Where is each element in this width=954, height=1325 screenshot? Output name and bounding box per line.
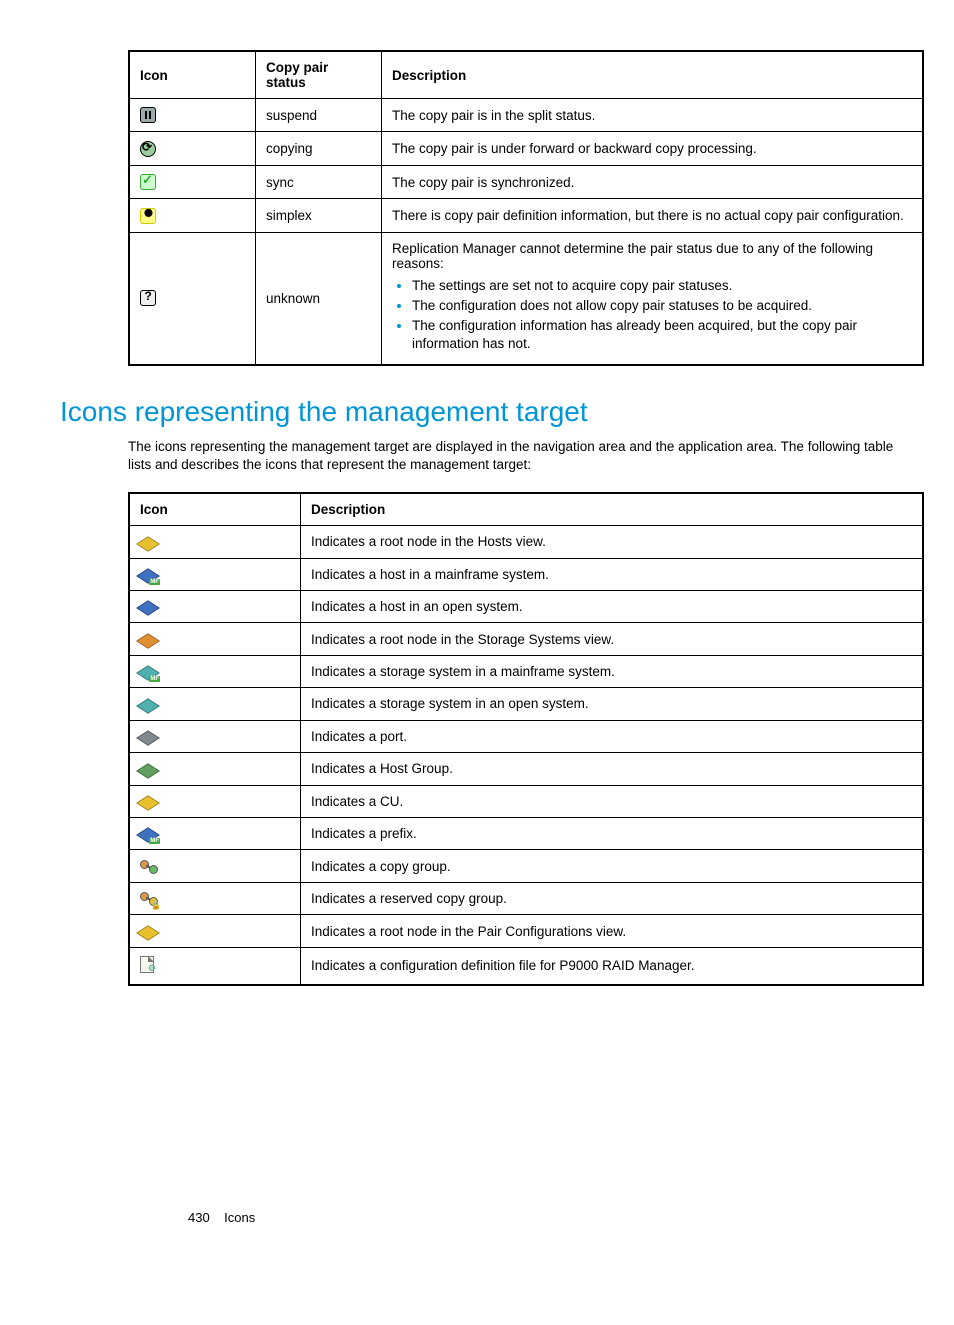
host-mainframe-icon bbox=[140, 568, 156, 582]
table-row: Indicates a storage system in a mainfram… bbox=[129, 655, 923, 687]
list-item: The configuration information has alread… bbox=[412, 317, 912, 353]
refresh-icon bbox=[140, 141, 156, 157]
table-row: Indicates a port. bbox=[129, 720, 923, 752]
table-row: Indicates a CU. bbox=[129, 785, 923, 817]
port-icon bbox=[140, 730, 156, 744]
table-row: Indicates a storage system in an open sy… bbox=[129, 688, 923, 720]
desc-cell: There is copy pair definition informatio… bbox=[382, 199, 924, 232]
management-target-table: Icon Description Indicates a root node i… bbox=[128, 492, 924, 986]
desc-intro: Replication Manager cannot determine the… bbox=[392, 241, 873, 271]
list-item: The settings are set not to acquire copy… bbox=[412, 277, 912, 295]
desc-cell: Indicates a storage system in a mainfram… bbox=[301, 655, 924, 687]
th-status: Copy pair status bbox=[256, 51, 382, 99]
table-row: Indicates a host in an open system. bbox=[129, 590, 923, 622]
storage-root-icon bbox=[140, 633, 156, 647]
storage-open-icon bbox=[140, 698, 156, 712]
th-description: Description bbox=[301, 493, 924, 526]
desc-cell: Indicates a root node in the Hosts view. bbox=[301, 526, 924, 558]
desc-cell: The copy pair is synchronized. bbox=[382, 165, 924, 198]
reserved-copy-group-icon bbox=[140, 892, 158, 906]
copy-group-icon bbox=[140, 860, 158, 874]
status-cell: copying bbox=[256, 132, 382, 165]
section-intro: The icons representing the management ta… bbox=[128, 438, 918, 474]
desc-cell: The copy pair is under forward or backwa… bbox=[382, 132, 924, 165]
footer-section: Icons bbox=[224, 1210, 255, 1225]
desc-cell: The copy pair is in the split status. bbox=[382, 99, 924, 132]
check-icon bbox=[140, 174, 156, 190]
table-row: copying The copy pair is under forward o… bbox=[129, 132, 923, 165]
th-icon: Icon bbox=[129, 493, 301, 526]
pair-config-root-icon bbox=[140, 925, 156, 939]
status-cell: unknown bbox=[256, 232, 382, 364]
th-icon: Icon bbox=[129, 51, 256, 99]
desc-cell: Indicates a storage system in an open sy… bbox=[301, 688, 924, 720]
status-cell: simplex bbox=[256, 199, 382, 232]
cu-icon bbox=[140, 795, 156, 809]
config-def-file-icon bbox=[140, 956, 154, 973]
desc-cell: Indicates a Host Group. bbox=[301, 753, 924, 785]
host-open-icon bbox=[140, 600, 156, 614]
desc-cell: Indicates a prefix. bbox=[301, 818, 924, 850]
storage-mainframe-icon bbox=[140, 665, 156, 679]
desc-cell: Indicates a host in an open system. bbox=[301, 590, 924, 622]
table-row: Indicates a Host Group. bbox=[129, 753, 923, 785]
desc-cell: Indicates a reserved copy group. bbox=[301, 882, 924, 914]
table-row: sync The copy pair is synchronized. bbox=[129, 165, 923, 198]
desc-cell: Indicates a root node in the Storage Sys… bbox=[301, 623, 924, 655]
prefix-icon bbox=[140, 827, 156, 841]
table-row: Indicates a host in a mainframe system. bbox=[129, 558, 923, 590]
reason-list: The settings are set not to acquire copy… bbox=[392, 277, 912, 354]
desc-cell: Replication Manager cannot determine the… bbox=[382, 232, 924, 364]
table-row: Indicates a root node in the Storage Sys… bbox=[129, 623, 923, 655]
table-row: simplex There is copy pair definition in… bbox=[129, 199, 923, 232]
page-number: 430 bbox=[188, 1210, 210, 1225]
table-row: Indicates a configuration definition fil… bbox=[129, 947, 923, 985]
desc-cell: Indicates a port. bbox=[301, 720, 924, 752]
hosts-root-icon bbox=[140, 536, 156, 550]
table-row: unknown Replication Manager cannot deter… bbox=[129, 232, 923, 364]
copy-pair-status-table: Icon Copy pair status Description suspen… bbox=[128, 50, 924, 366]
table-row: suspend The copy pair is in the split st… bbox=[129, 99, 923, 132]
table-row: Indicates a root node in the Hosts view. bbox=[129, 526, 923, 558]
section-heading: Icons representing the management target bbox=[60, 396, 889, 428]
table-row: Indicates a copy group. bbox=[129, 850, 923, 882]
simplex-icon bbox=[140, 208, 156, 224]
status-cell: suspend bbox=[256, 99, 382, 132]
table-row: Indicates a root node in the Pair Config… bbox=[129, 915, 923, 947]
unknown-icon bbox=[140, 290, 156, 306]
host-group-icon bbox=[140, 763, 156, 777]
list-item: The configuration does not allow copy pa… bbox=[412, 297, 912, 315]
desc-cell: Indicates a copy group. bbox=[301, 850, 924, 882]
th-description: Description bbox=[382, 51, 924, 99]
desc-cell: Indicates a host in a mainframe system. bbox=[301, 558, 924, 590]
pause-icon bbox=[140, 107, 156, 123]
desc-cell: Indicates a CU. bbox=[301, 785, 924, 817]
table-row: Indicates a reserved copy group. bbox=[129, 882, 923, 914]
page-footer: 430 Icons bbox=[188, 1210, 255, 1225]
desc-cell: Indicates a configuration definition fil… bbox=[301, 947, 924, 985]
desc-cell: Indicates a root node in the Pair Config… bbox=[301, 915, 924, 947]
status-cell: sync bbox=[256, 165, 382, 198]
table-row: Indicates a prefix. bbox=[129, 818, 923, 850]
